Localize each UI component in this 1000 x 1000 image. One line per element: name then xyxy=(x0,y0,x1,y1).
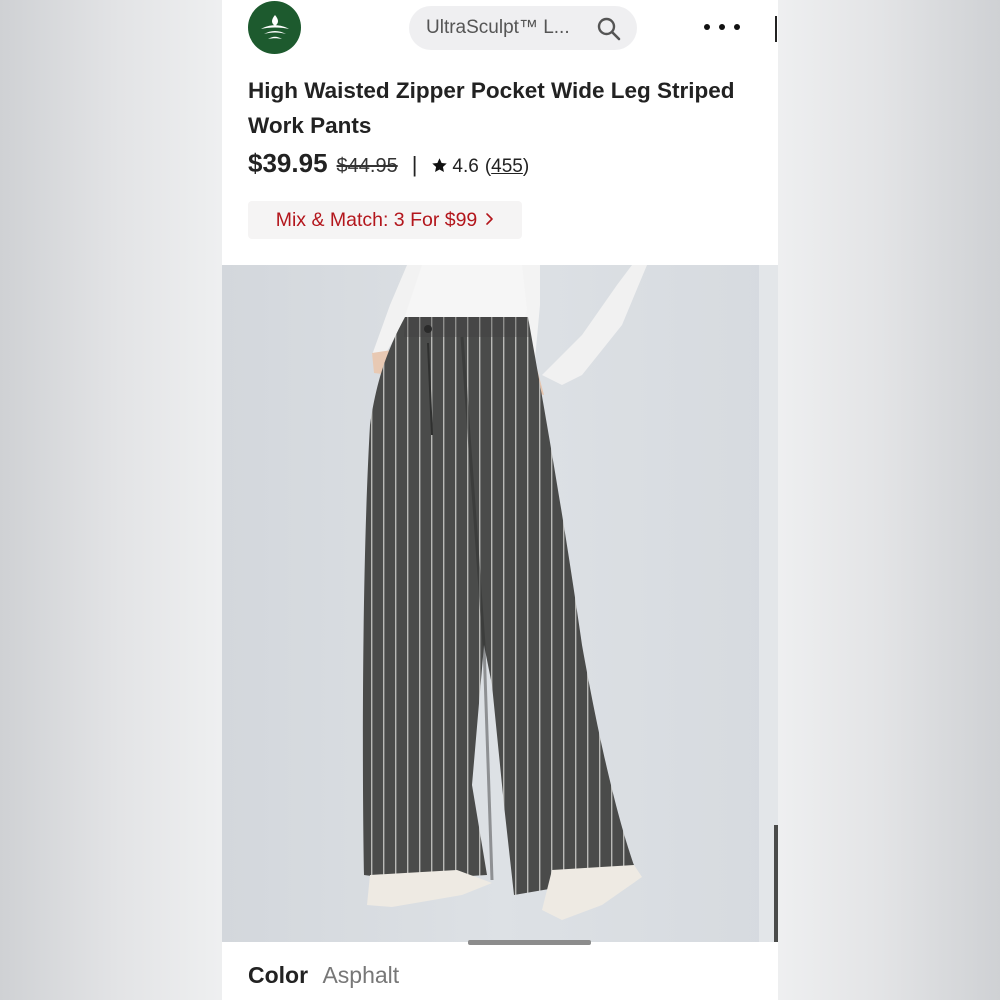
chevron-right-icon xyxy=(485,212,494,231)
product-image[interactable] xyxy=(222,265,778,942)
star-icon xyxy=(431,157,448,179)
search-text: UltraSculpt™ L... xyxy=(426,17,570,38)
phone-screen: UltraSculpt™ L... High Waisted Zipper Po… xyxy=(222,0,778,1000)
promo-text: Mix & Match: 3 For $99 xyxy=(275,208,478,231)
search-input[interactable]: UltraSculpt™ L... xyxy=(409,6,637,50)
review-count: 455 xyxy=(491,156,523,177)
slide-indicator xyxy=(468,940,591,945)
price-separator: | xyxy=(411,152,418,177)
brand-logo-icon[interactable] xyxy=(248,1,301,54)
sale-price: $39.95 xyxy=(248,148,328,178)
search-icon[interactable] xyxy=(596,16,622,47)
color-selector: Color Asphalt xyxy=(248,962,399,989)
color-value: Asphalt xyxy=(322,962,400,988)
product-title: High Waisted Zipper Pocket Wide Leg Stri… xyxy=(248,73,778,143)
rating-value: 4.6 xyxy=(452,156,479,177)
price-row: $39.95 $44.95 | 4.6 (455) xyxy=(248,148,529,184)
review-count-link[interactable]: (455) xyxy=(485,156,529,178)
promo-banner[interactable]: Mix & Match: 3 For $99 xyxy=(248,201,522,239)
original-price: $44.95 xyxy=(336,155,398,177)
color-label: Color xyxy=(248,962,309,988)
edge-divider xyxy=(775,16,777,42)
product-title-line-1: High Waisted Zipper Pocket Wide Leg Stri… xyxy=(248,78,735,103)
reviews-close-paren: ) xyxy=(522,156,530,177)
more-icon[interactable] xyxy=(704,12,740,42)
product-title-line-2: Work Pants xyxy=(248,113,372,138)
top-bar: UltraSculpt™ L... xyxy=(222,0,778,56)
